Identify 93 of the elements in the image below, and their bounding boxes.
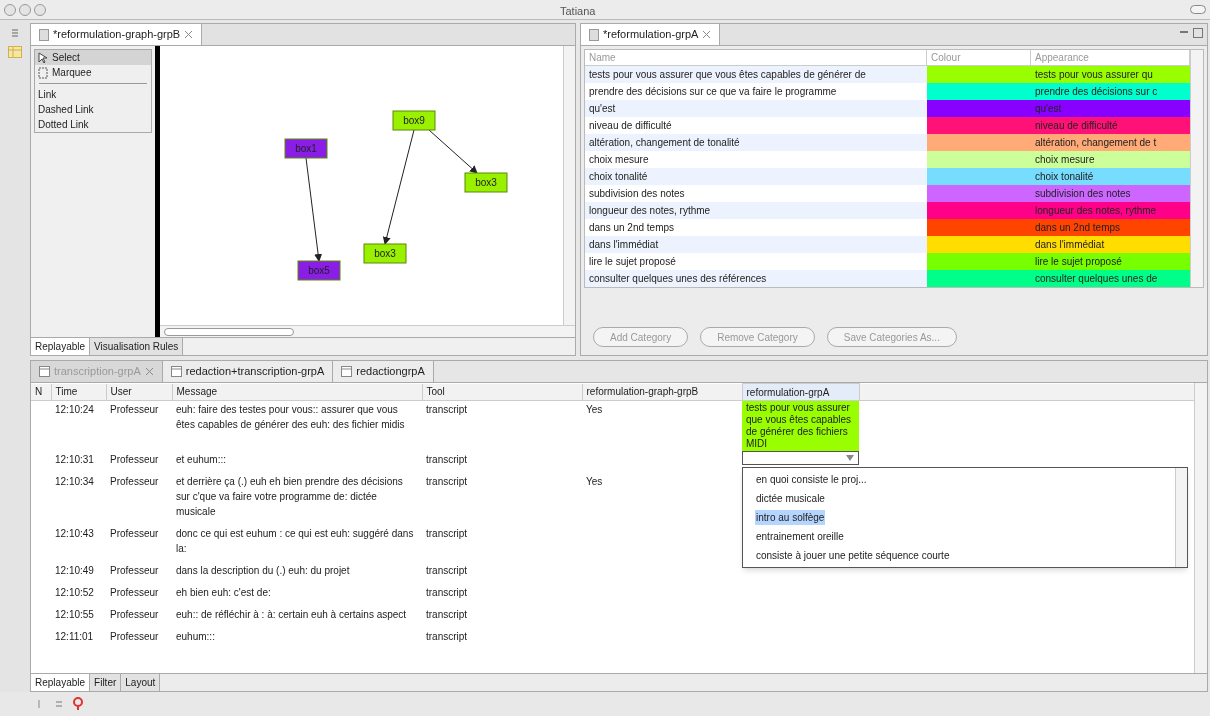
dropdown-item[interactable]: en quoi consiste le proj... [755,472,868,487]
appearance-cell: prendre des décisions sur c [1031,83,1190,100]
table-cell-text: Professeur [109,608,160,622]
appearance-cell: qu'est [1031,100,1190,117]
table-cell-text: euh:: de réfléchir à : à: certain euh à certains aspect [175,608,408,622]
table-cell-text: et derrière ça (.) euh eh bien prendre des décisions sur c'que va faire votre programme de: dictée musicale [175,475,404,519]
dropdown-item[interactable]: entrainement oreille [755,529,845,544]
category-cell: tests pour vous assurer que vous êtes capables de générer des fichiers MIDI [742,401,859,451]
palette-item[interactable]: Dashed Link [35,102,151,117]
table-cell-text: 12:11:01 [54,630,95,644]
table-cell-text: eh bien euh: c'est de: [175,586,272,600]
table-cell-text: 12:10:52 [54,586,95,600]
table-cell-text: dans l'immédiat [588,238,660,252]
dropdown-item[interactable]: consiste à jouer une petite séquence courte [755,548,951,563]
table-cell-text: consulter quelques unes des références [588,272,768,286]
table-cell-text: Professeur [109,527,160,541]
table-cell-text: altération, changement de tonalité [588,136,741,150]
table-cell-text: choix tonalité [588,170,649,184]
table-cell-text: lire le sujet proposé [588,255,677,269]
table-cell-text: Professeur [109,564,160,578]
column-header[interactable]: User [106,383,172,401]
appearance-cell: tests pour vous assurer qu [1031,66,1190,83]
table-cell: transcript [422,400,582,451]
column-header[interactable]: reformulation-graph-grpB [582,383,742,401]
column-header[interactable]: Time [51,383,106,401]
table-cell-text: subdivision des notes [588,187,686,201]
appearance-cell: choix mesure [1031,151,1190,168]
table-cell-text: euhum::: [175,630,216,644]
table-cell-text: transcript [425,586,469,600]
editor-tab[interactable]: *reformulation-grpA [581,24,721,45]
column-header[interactable]: Message [172,383,422,401]
palette-item[interactable]: Link [35,87,151,102]
table-cell-text: transcript [425,608,469,622]
table-cell-text: dans un 2nd temps [588,221,676,235]
graph-node[interactable]: box3 [363,243,407,264]
editor-tab[interactable]: redactiongrpA [333,361,434,382]
dropdown-item[interactable]: intro au solfège [755,510,826,525]
table-cell-text: 12:10:31 [54,453,95,467]
palette-item[interactable]: Select [35,50,151,65]
table-cell-text: dans la description du (.) euh: du projet [175,564,351,578]
view-tab[interactable]: Layout [121,674,161,691]
appearance-cell: lire le sujet proposé [1031,253,1190,270]
table-cell-text: Professeur [109,475,160,489]
table-cell: Professeur [106,400,172,451]
table-cell-text: transcript [425,527,469,541]
column-header[interactable]: N [31,383,51,401]
view-tab[interactable]: Filter [90,674,122,691]
table-cell-text: transcript [425,564,469,578]
table-cell-text: Professeur [109,630,160,644]
table-cell-text: niveau de difficulté [588,119,673,133]
view-tab[interactable]: Replayable [31,338,91,355]
table-cell-text: 12:10:49 [54,564,95,578]
table-cell-text: et euhum::: [175,453,228,467]
appearance-cell: altération, changement de t [1031,134,1190,151]
table-cell-text: 12:10:34 [54,475,95,489]
table-cell: Yes [582,400,742,451]
table-cell-text: Yes [585,475,604,489]
appearance-cell: dans un 2nd temps [1031,219,1190,236]
tab-label: *reformulation-graph-grpB [53,27,181,43]
table-cell-text: Professeur [109,453,160,467]
table-cell-text: longueur des notes, rythme [588,204,712,218]
window-title: Tatiana [560,4,596,19]
view-tab[interactable]: Visualisation Rules [90,338,184,355]
table-cell-text: transcript [425,475,469,489]
table-cell-text: qu'est [588,102,617,116]
appearance-cell: niveau de difficulté [1031,117,1190,134]
table-cell-text: tests pour vous assurer que vous êtes capables de générer de [588,68,867,82]
appearance-cell: consulter quelques unes de [1031,270,1190,287]
column-header[interactable]: Tool [422,383,582,401]
tab-label: *reformulation-grpA [603,27,699,43]
table-cell: euh: faire des testes pour vous:: assurer que vous êtes capables de générer des euh: des fichier midis [172,400,422,451]
table-cell-text: choix mesure [588,153,650,167]
editor-tab[interactable]: redaction+transcription-grpA [162,361,334,382]
appearance-cell: subdivision des notes [1031,185,1190,202]
column-header[interactable]: reformulation-grpA [742,383,859,401]
table-cell-text: Professeur [109,586,160,600]
table-cell-text: transcript [425,630,469,644]
table-cell-text: transcript [425,453,469,467]
table-cell: 12:10:24 [51,400,106,451]
palette-item[interactable]: Dotted Link [35,117,151,132]
palette-item[interactable]: Marquee [35,65,151,80]
appearance-cell: choix tonalité [1031,168,1190,185]
appearance-cell: dans l'immédiat [1031,236,1190,253]
table-cell-text: 12:10:43 [54,527,95,541]
table-cell-text: prendre des décisions sur ce que va faire le programme [588,85,838,99]
table-cell-text: 12:10:55 [54,608,95,622]
dropdown-item[interactable]: dictée musicale [755,491,826,506]
graph-node[interactable]: box9 [392,110,436,131]
appearance-cell: longueur des notes, rythme [1031,202,1190,219]
graph-node[interactable]: box3 [464,172,508,193]
view-tab[interactable]: Replayable [31,674,91,691]
table-cell-text: donc ce qui est euhum : ce qui est euh: suggéré dans la: [175,527,415,556]
editor-tab[interactable]: *reformulation-graph-grpB [31,24,203,45]
